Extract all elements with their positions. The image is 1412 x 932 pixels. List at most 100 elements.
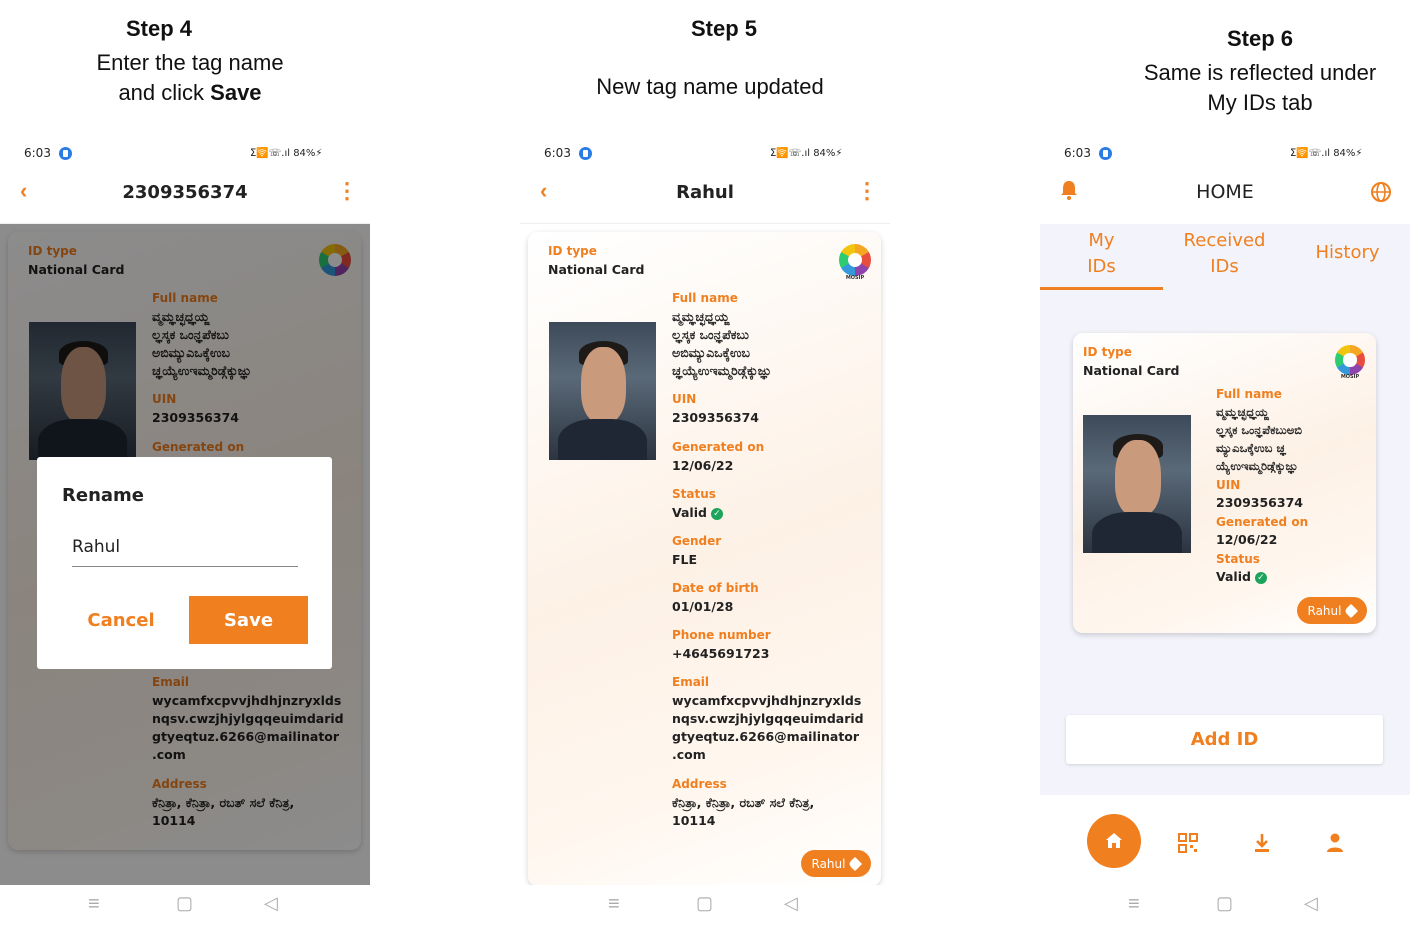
bottom-tab-bar: [1040, 795, 1410, 885]
profile-photo: [1083, 415, 1191, 553]
tag-button[interactable]: Rahul: [1297, 597, 1367, 624]
status-bar: 6:03: [1064, 143, 1112, 163]
nav-home-icon[interactable]: ▢: [176, 893, 193, 914]
check-icon: ✓: [710, 507, 723, 520]
notification-icon: [578, 146, 592, 160]
step6-heading: Step 6: [1226, 26, 1294, 51]
notification-icon: [58, 146, 72, 160]
email-line-2: nqsv.cwzjhjylgqqeuimdarid: [672, 711, 864, 726]
status-icons: ⵉ🛜☏.ıl 84%⚡: [770, 147, 843, 159]
nav-menu-icon[interactable]: ≡: [88, 893, 100, 916]
cancel-button[interactable]: Cancel: [72, 596, 170, 644]
system-nav-bar: ≡ ▢ ◁: [0, 885, 370, 932]
status-icons: ⵉ🛜☏.ıl 84%⚡: [1290, 147, 1363, 159]
status-value: Valid ✓: [1216, 568, 1267, 586]
step4-heading: Step 4: [125, 16, 193, 41]
status-label: Status: [1216, 552, 1260, 566]
nav-back-icon[interactable]: ◁: [264, 893, 278, 914]
nav-home-icon[interactable]: ▢: [1216, 893, 1233, 914]
caption-step4: Step 4 Enter the tag name and click Save: [40, 16, 340, 108]
step6-line1: Same is reflected under: [1143, 60, 1377, 85]
step4-line2: and click Save: [118, 80, 262, 105]
dialog-title: Rename: [62, 485, 144, 506]
mosip-logo-text: MOSIP: [1340, 374, 1360, 380]
more-menu-icon[interactable]: ⋮: [336, 180, 358, 202]
nav-menu-icon[interactable]: ≡: [1128, 893, 1140, 916]
phone-label: Phone number: [672, 628, 771, 642]
generated-value: 12/06/22: [1216, 532, 1278, 547]
phone-value: +4645691723: [672, 646, 770, 661]
email-line-1: wycamfxcpvvjhdhjnzryxlds: [672, 693, 862, 708]
page-title: Rahul: [676, 182, 734, 203]
tab-my-ids[interactable]: My IDs: [1040, 228, 1163, 290]
full-name-label: Full name: [672, 291, 738, 305]
nav-home-icon[interactable]: ▢: [696, 893, 713, 914]
check-icon: ✓: [1254, 571, 1267, 584]
status-icons: ⵉ🛜☏.ıl 84%⚡: [250, 147, 323, 159]
nav-back-icon[interactable]: ◁: [1304, 893, 1318, 914]
download-icon[interactable]: [1252, 832, 1272, 854]
status-label: Status: [672, 487, 716, 501]
phone-screen-step5: 6:03 ⵉ🛜☏.ıl 84%⚡ ‹ Rahul ⋮ ID type Natio…: [520, 140, 890, 932]
generated-value: 12/06/22: [672, 458, 734, 473]
full-name-line-1: ವ್ಮಮ್ಞಚ್ಛಧ್ಞಯ್ಙ: [1216, 405, 1269, 419]
id-type-label: ID type: [548, 244, 597, 258]
notification-icon: [1098, 146, 1112, 160]
tag-icon: [848, 856, 863, 871]
system-nav-bar: ≡ ▢ ◁: [520, 885, 890, 932]
profile-icon[interactable]: [1325, 832, 1345, 854]
add-id-button[interactable]: Add ID: [1066, 715, 1383, 764]
home-tab-icon[interactable]: [1087, 814, 1141, 868]
address-label: Address: [672, 777, 727, 791]
step4-line1: Enter the tag name: [96, 50, 284, 75]
system-nav-bar: ≡ ▢ ◁: [1040, 885, 1410, 932]
step5-heading: Step 5: [690, 16, 758, 41]
save-button[interactable]: Save: [189, 596, 308, 644]
phone-screen-step6: 6:03 ⵉ🛜☏.ıl 84%⚡ HOME My IDs Received IDs …: [1040, 140, 1410, 932]
id-card: ID type National Card MOSIP Full name ವ್…: [528, 232, 881, 886]
step6-line2: My IDs tab: [1207, 90, 1313, 115]
full-name-line-2: ಲ್ಞಸ್ಕಕ ಒಂನ್ಞಪೆಕಬುಅಬಿ: [1216, 423, 1302, 437]
email-line-3: gtyeqtuz.6266@mailinator: [672, 729, 860, 744]
status-value: Valid ✓: [672, 504, 723, 522]
generated-label: Generated on: [672, 440, 765, 454]
dob-label: Date of birth: [672, 581, 759, 595]
uin-label: UIN: [672, 392, 697, 406]
mosip-logo-icon: [839, 244, 871, 276]
status-bar: 6:03: [544, 143, 592, 163]
full-name-label: Full name: [1216, 387, 1282, 401]
id-type-value: National Card: [548, 262, 645, 277]
rename-dialog: Rename Rahul Cancel Save: [37, 457, 332, 669]
full-name-line-3: ಮ್ಯುಎಒಕ್ಕೆಉಬ ಚ್ಞ: [1216, 441, 1286, 455]
dob-value: 01/01/28: [672, 599, 734, 614]
full-name-line-4: ಯ್ಯೆಉಇಮ್ಮರಿಡ್ಗೆಕ್ಕುಜ್ಞು: [1216, 459, 1299, 473]
generated-label: Generated on: [1216, 515, 1309, 529]
app-header: ‹ 2309356374 ⋮: [0, 162, 370, 224]
profile-photo: [549, 322, 656, 460]
nav-back-icon[interactable]: ◁: [784, 893, 798, 914]
tab-received-ids[interactable]: Received IDs: [1163, 228, 1286, 290]
id-type-value: National Card: [1083, 363, 1180, 378]
address-line-2: 10114: [672, 813, 716, 828]
page-title: HOME: [1196, 181, 1254, 203]
email-line-4: .com: [672, 747, 706, 762]
page-title: 2309356374: [122, 182, 248, 203]
tag-name-input[interactable]: Rahul: [72, 537, 298, 567]
tab-history[interactable]: History: [1286, 240, 1409, 270]
qr-scan-icon[interactable]: [1177, 832, 1199, 854]
nav-menu-icon[interactable]: ≡: [608, 893, 620, 916]
tag-button[interactable]: Rahul: [801, 850, 871, 877]
id-type-label: ID type: [1083, 345, 1132, 359]
uin-value: 2309356374: [672, 410, 759, 425]
email-label: Email: [672, 675, 710, 689]
more-menu-icon[interactable]: ⋮: [856, 180, 878, 202]
gender-label: Gender: [672, 534, 722, 548]
full-name-line-3: ಅಬಿಮ್ಯುಎಒಕ್ಕೆಉಬ: [672, 345, 751, 360]
id-card[interactable]: ID type National Card MOSIP Full name ವ್…: [1073, 333, 1376, 633]
tag-icon: [1344, 603, 1359, 618]
uin-value: 2309356374: [1216, 495, 1303, 510]
language-globe-icon[interactable]: [1370, 181, 1392, 203]
address-line-1: ಕೆನಿತ್ರಾ, ಕೆನಿತ್ರಾ, ರಬತ್ ಸಲೆ ಕೆನಿತ್ರ,: [672, 795, 815, 810]
step5-line1: New tag name updated: [596, 74, 824, 99]
app-header: ‹ Rahul ⋮: [520, 162, 890, 224]
